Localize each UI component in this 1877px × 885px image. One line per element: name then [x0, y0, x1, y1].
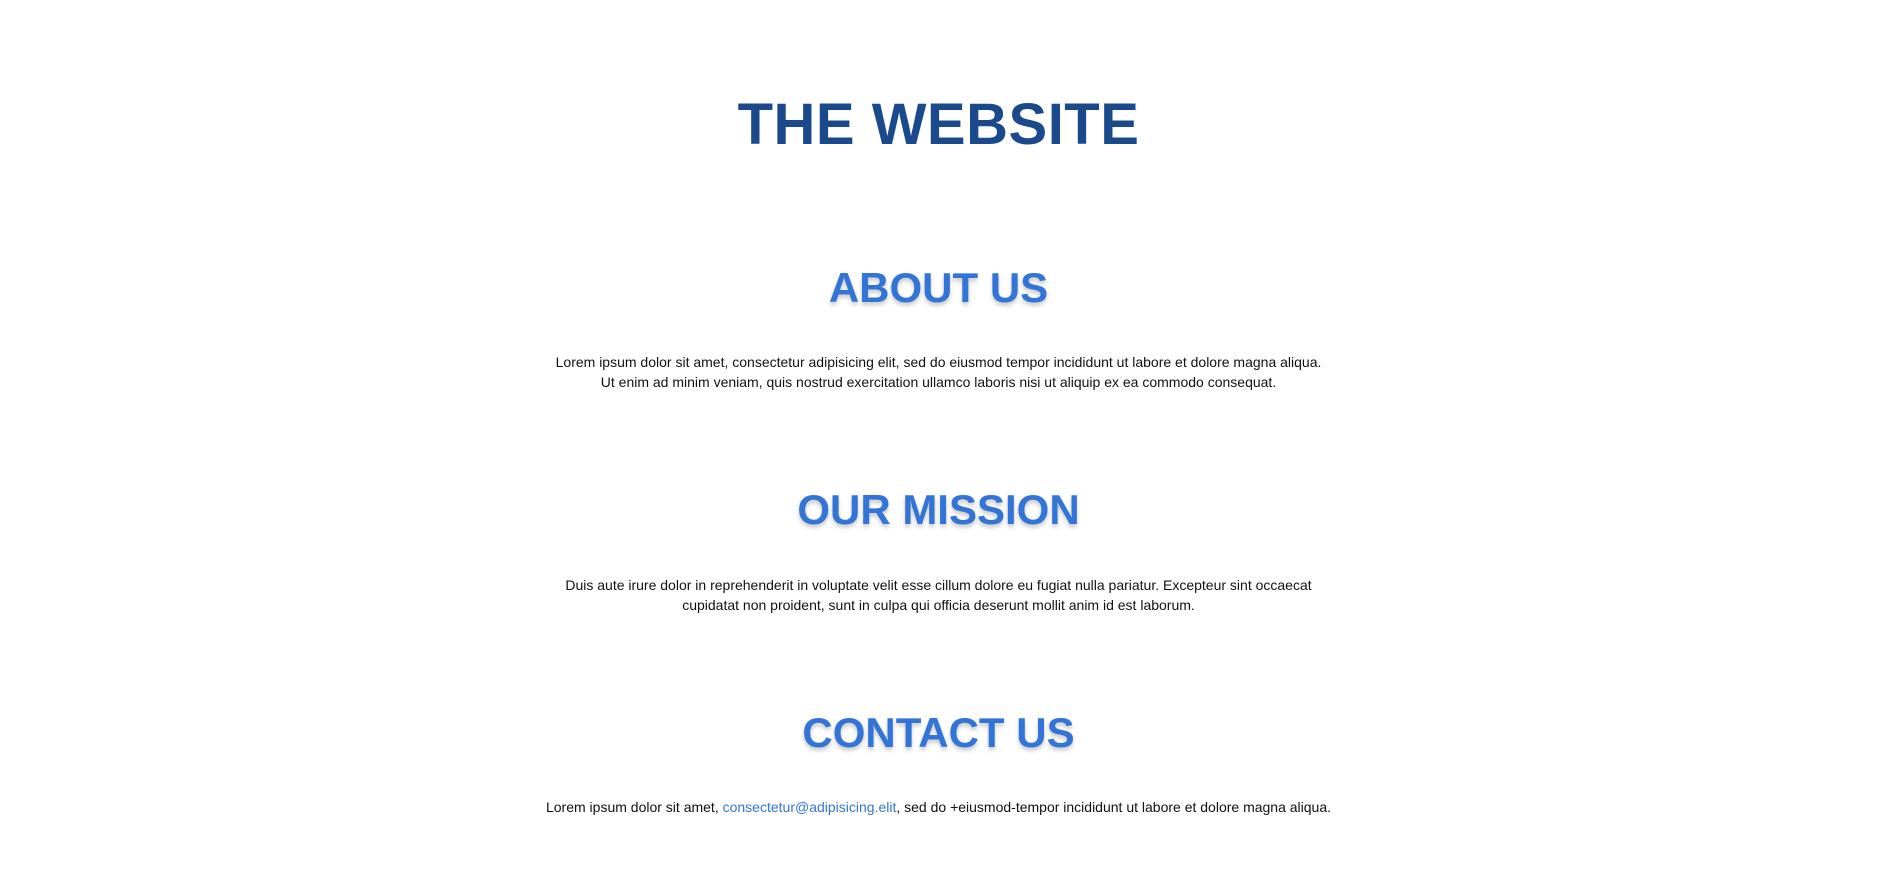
- mission-heading: OUR MISSION: [797, 486, 1080, 533]
- contact-text: Lorem ipsum dolor sit amet, consectetur@…: [500, 797, 1377, 817]
- contact-text-before: Lorem ipsum dolor sit amet,: [545, 799, 723, 815]
- about-text: Lorem ipsum dolor sit amet, consectetur …: [555, 354, 1322, 390]
- email-link[interactable]: consectetur@adipisicing.elit: [723, 799, 897, 815]
- site-title: THE WEBSITE: [737, 92, 1140, 157]
- mission-text: Duis aute irure dolor in reprehenderit i…: [565, 577, 1312, 613]
- contact-heading: CONTACT US: [802, 709, 1075, 756]
- contact-text-after: , sed do +eiusmod-tempor incididunt ut l…: [896, 799, 1332, 815]
- about-heading: ABOUT US: [828, 264, 1049, 311]
